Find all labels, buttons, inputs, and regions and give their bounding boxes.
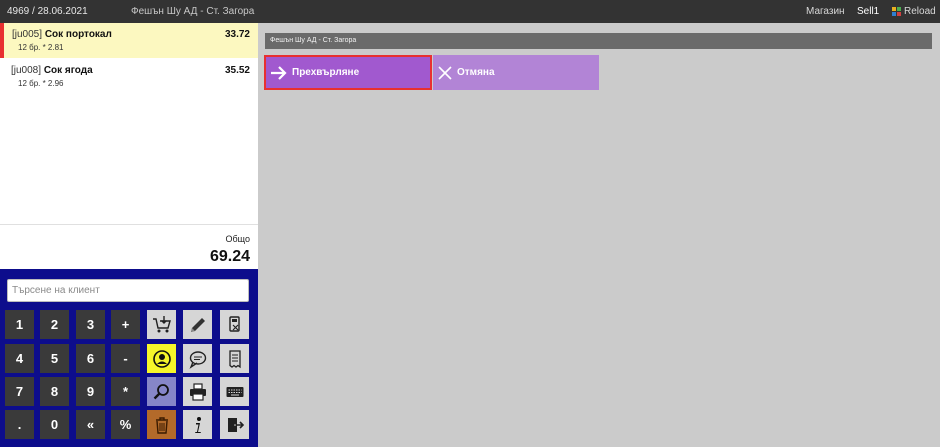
zoom-icon: [153, 383, 169, 399]
delete-button[interactable]: [147, 410, 176, 439]
exit-button[interactable]: [220, 410, 249, 439]
key-percent[interactable]: %: [111, 410, 140, 439]
reload-icon: [892, 7, 901, 16]
total-value: 69.24: [209, 248, 250, 265]
comment-icon: [189, 350, 206, 369]
order-line-code: [ju008]: [11, 65, 42, 76]
info-button[interactable]: [183, 410, 212, 439]
key-2[interactable]: 2: [40, 310, 69, 339]
print-button[interactable]: [183, 377, 212, 406]
customer-search-input[interactable]: [7, 279, 249, 302]
customer-button[interactable]: [147, 344, 176, 373]
reload-label: Reload: [904, 6, 936, 17]
info-icon: [194, 416, 201, 433]
keyboard-button[interactable]: [220, 377, 249, 406]
cancel-label: Отмяна: [457, 67, 495, 78]
cash-register-icon: [228, 315, 240, 332]
order-totals: Общо 69.24: [0, 224, 258, 269]
key-4[interactable]: 4: [5, 344, 34, 373]
key-9[interactable]: 9: [76, 377, 105, 406]
arrow-right-icon: [271, 65, 287, 80]
keypad-panel: 1 2 3 + 4 5 6 - 7 8 9 * . 0 « %: [0, 269, 258, 447]
order-line[interactable]: [ju005] Сок портокал 12 бр. * 2.81 33.72: [0, 23, 258, 58]
key-plus[interactable]: +: [111, 310, 140, 339]
user-name[interactable]: Sell1: [857, 6, 879, 17]
order-line-code: [ju005]: [12, 29, 43, 40]
close-icon: [438, 65, 452, 80]
order-line[interactable]: [ju008] Сок ягода 12 бр. * 2.96 35.52: [0, 59, 258, 94]
key-5[interactable]: 5: [40, 344, 69, 373]
key-multiply[interactable]: *: [111, 377, 140, 406]
document-number: 4969 / 28.06.2021: [7, 6, 88, 17]
transfer-button[interactable]: Прехвърляне: [264, 55, 432, 90]
cash-register-button[interactable]: [220, 310, 249, 339]
order-line-qty: 12 бр. * 2.96: [18, 79, 64, 88]
cart-add-icon: [152, 315, 171, 332]
printer-icon: [189, 382, 206, 401]
trash-icon: [155, 416, 168, 434]
key-0[interactable]: 0: [40, 410, 69, 439]
receipt-button[interactable]: [220, 344, 249, 373]
keyboard-icon: [226, 386, 243, 397]
key-8[interactable]: 8: [40, 377, 69, 406]
company-name: Фешън Шу АД - Ст. Загора: [131, 6, 255, 17]
search-product-button[interactable]: [147, 377, 176, 406]
order-line-name: [ju005] Сок портокал: [12, 29, 112, 40]
pos-screen: 4969 / 28.06.2021 Фешън Шу АД - Ст. Заго…: [0, 0, 940, 447]
order-line-name: [ju008] Сок ягода: [11, 65, 93, 76]
total-label: Общо: [225, 234, 250, 244]
store-link[interactable]: Магазин: [806, 6, 845, 17]
order-line-total: 35.52: [224, 65, 250, 76]
transfer-header: Фешън Шу АД - Ст. Загора: [265, 33, 932, 49]
receipt-icon: [228, 349, 241, 368]
exit-icon: [227, 417, 244, 432]
order-line-title: Сок портокал: [44, 29, 112, 40]
order-line-title: Сок ягода: [43, 65, 93, 76]
key-minus[interactable]: -: [111, 344, 140, 373]
order-line-qty: 12 бр. * 2.81: [18, 43, 64, 52]
key-1[interactable]: 1: [5, 310, 34, 339]
key-6[interactable]: 6: [76, 344, 105, 373]
cancel-button[interactable]: Отмяна: [433, 55, 599, 90]
pencil-icon: [190, 317, 205, 332]
key-3[interactable]: 3: [76, 310, 105, 339]
transfer-label: Прехвърляне: [292, 67, 360, 78]
comment-button[interactable]: [183, 344, 212, 373]
reload-button[interactable]: Reload: [892, 4, 936, 19]
customer-icon: [152, 349, 171, 368]
key-decimal[interactable]: .: [5, 410, 34, 439]
edit-button[interactable]: [183, 310, 212, 339]
key-7[interactable]: 7: [5, 377, 34, 406]
key-backspace[interactable]: «: [76, 410, 105, 439]
top-bar: 4969 / 28.06.2021 Фешън Шу АД - Ст. Заго…: [0, 0, 940, 23]
order-line-total: 33.72: [224, 29, 250, 40]
add-to-cart-button[interactable]: [147, 310, 176, 339]
